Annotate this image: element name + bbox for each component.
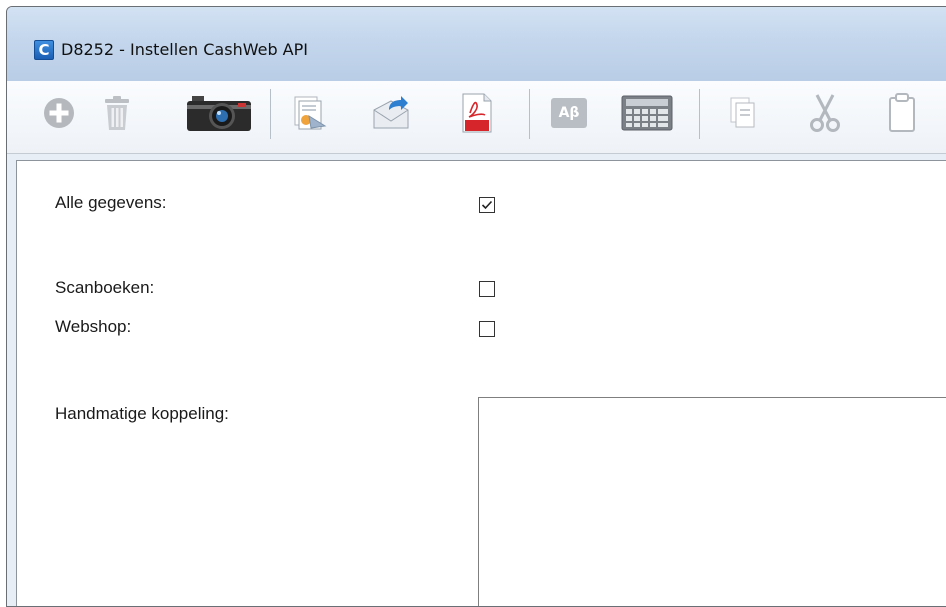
send-mail-icon bbox=[373, 96, 409, 129]
paste-button[interactable] bbox=[880, 91, 924, 135]
send-mail-button[interactable] bbox=[369, 91, 413, 135]
copy-button[interactable] bbox=[721, 91, 765, 135]
spelling-icon: Aβ bbox=[551, 98, 587, 128]
cut-button[interactable] bbox=[803, 91, 847, 135]
scanboeken-label: Scanboeken: bbox=[55, 278, 155, 297]
copy-icon bbox=[730, 97, 755, 128]
scan-document-icon bbox=[294, 96, 327, 130]
handmatige-koppeling-label: Handmatige koppeling: bbox=[55, 404, 229, 423]
webshop-label: Webshop: bbox=[55, 317, 132, 336]
camera-button[interactable] bbox=[183, 91, 255, 135]
application-window: C D8252 - Instellen CashWeb API Aβ Alle … bbox=[6, 6, 946, 607]
scanboeken-checkbox[interactable] bbox=[479, 281, 495, 297]
pdf-icon bbox=[462, 93, 492, 133]
spelling-button[interactable]: Aβ bbox=[547, 91, 591, 135]
scan-document-button[interactable] bbox=[288, 91, 332, 135]
webshop-checkbox[interactable] bbox=[479, 321, 495, 337]
add-button[interactable] bbox=[37, 91, 81, 135]
window-title: D8252 - Instellen CashWeb API bbox=[61, 40, 308, 59]
delete-icon bbox=[105, 96, 129, 130]
title-bar[interactable]: C D8252 - Instellen CashWeb API bbox=[7, 7, 946, 81]
calculator-button[interactable] bbox=[620, 91, 674, 135]
toolbar: PDF Aβ bbox=[7, 81, 946, 204]
form-panel: Alle gegevens: Scanboeken: Webshop: Hand… bbox=[16, 160, 946, 606]
calculator-icon bbox=[621, 95, 673, 131]
toolbar-separator bbox=[699, 89, 700, 139]
delete-button[interactable] bbox=[95, 91, 139, 135]
cut-icon bbox=[810, 94, 840, 132]
pdf-button[interactable] bbox=[455, 91, 499, 135]
paste-icon bbox=[889, 93, 915, 132]
toolbar-separator bbox=[270, 89, 271, 139]
app-icon: C bbox=[34, 40, 54, 60]
camera-icon bbox=[187, 96, 251, 131]
spelling-icon-label: Aβ bbox=[558, 105, 580, 121]
handmatige-koppeling-textarea[interactable] bbox=[478, 397, 946, 606]
toolbar-separator bbox=[529, 89, 530, 139]
add-icon bbox=[44, 98, 74, 128]
alle-gegevens-label: Alle gegevens: bbox=[55, 193, 167, 212]
alle-gegevens-checkbox[interactable] bbox=[479, 197, 495, 213]
checkmark-icon bbox=[481, 200, 493, 210]
